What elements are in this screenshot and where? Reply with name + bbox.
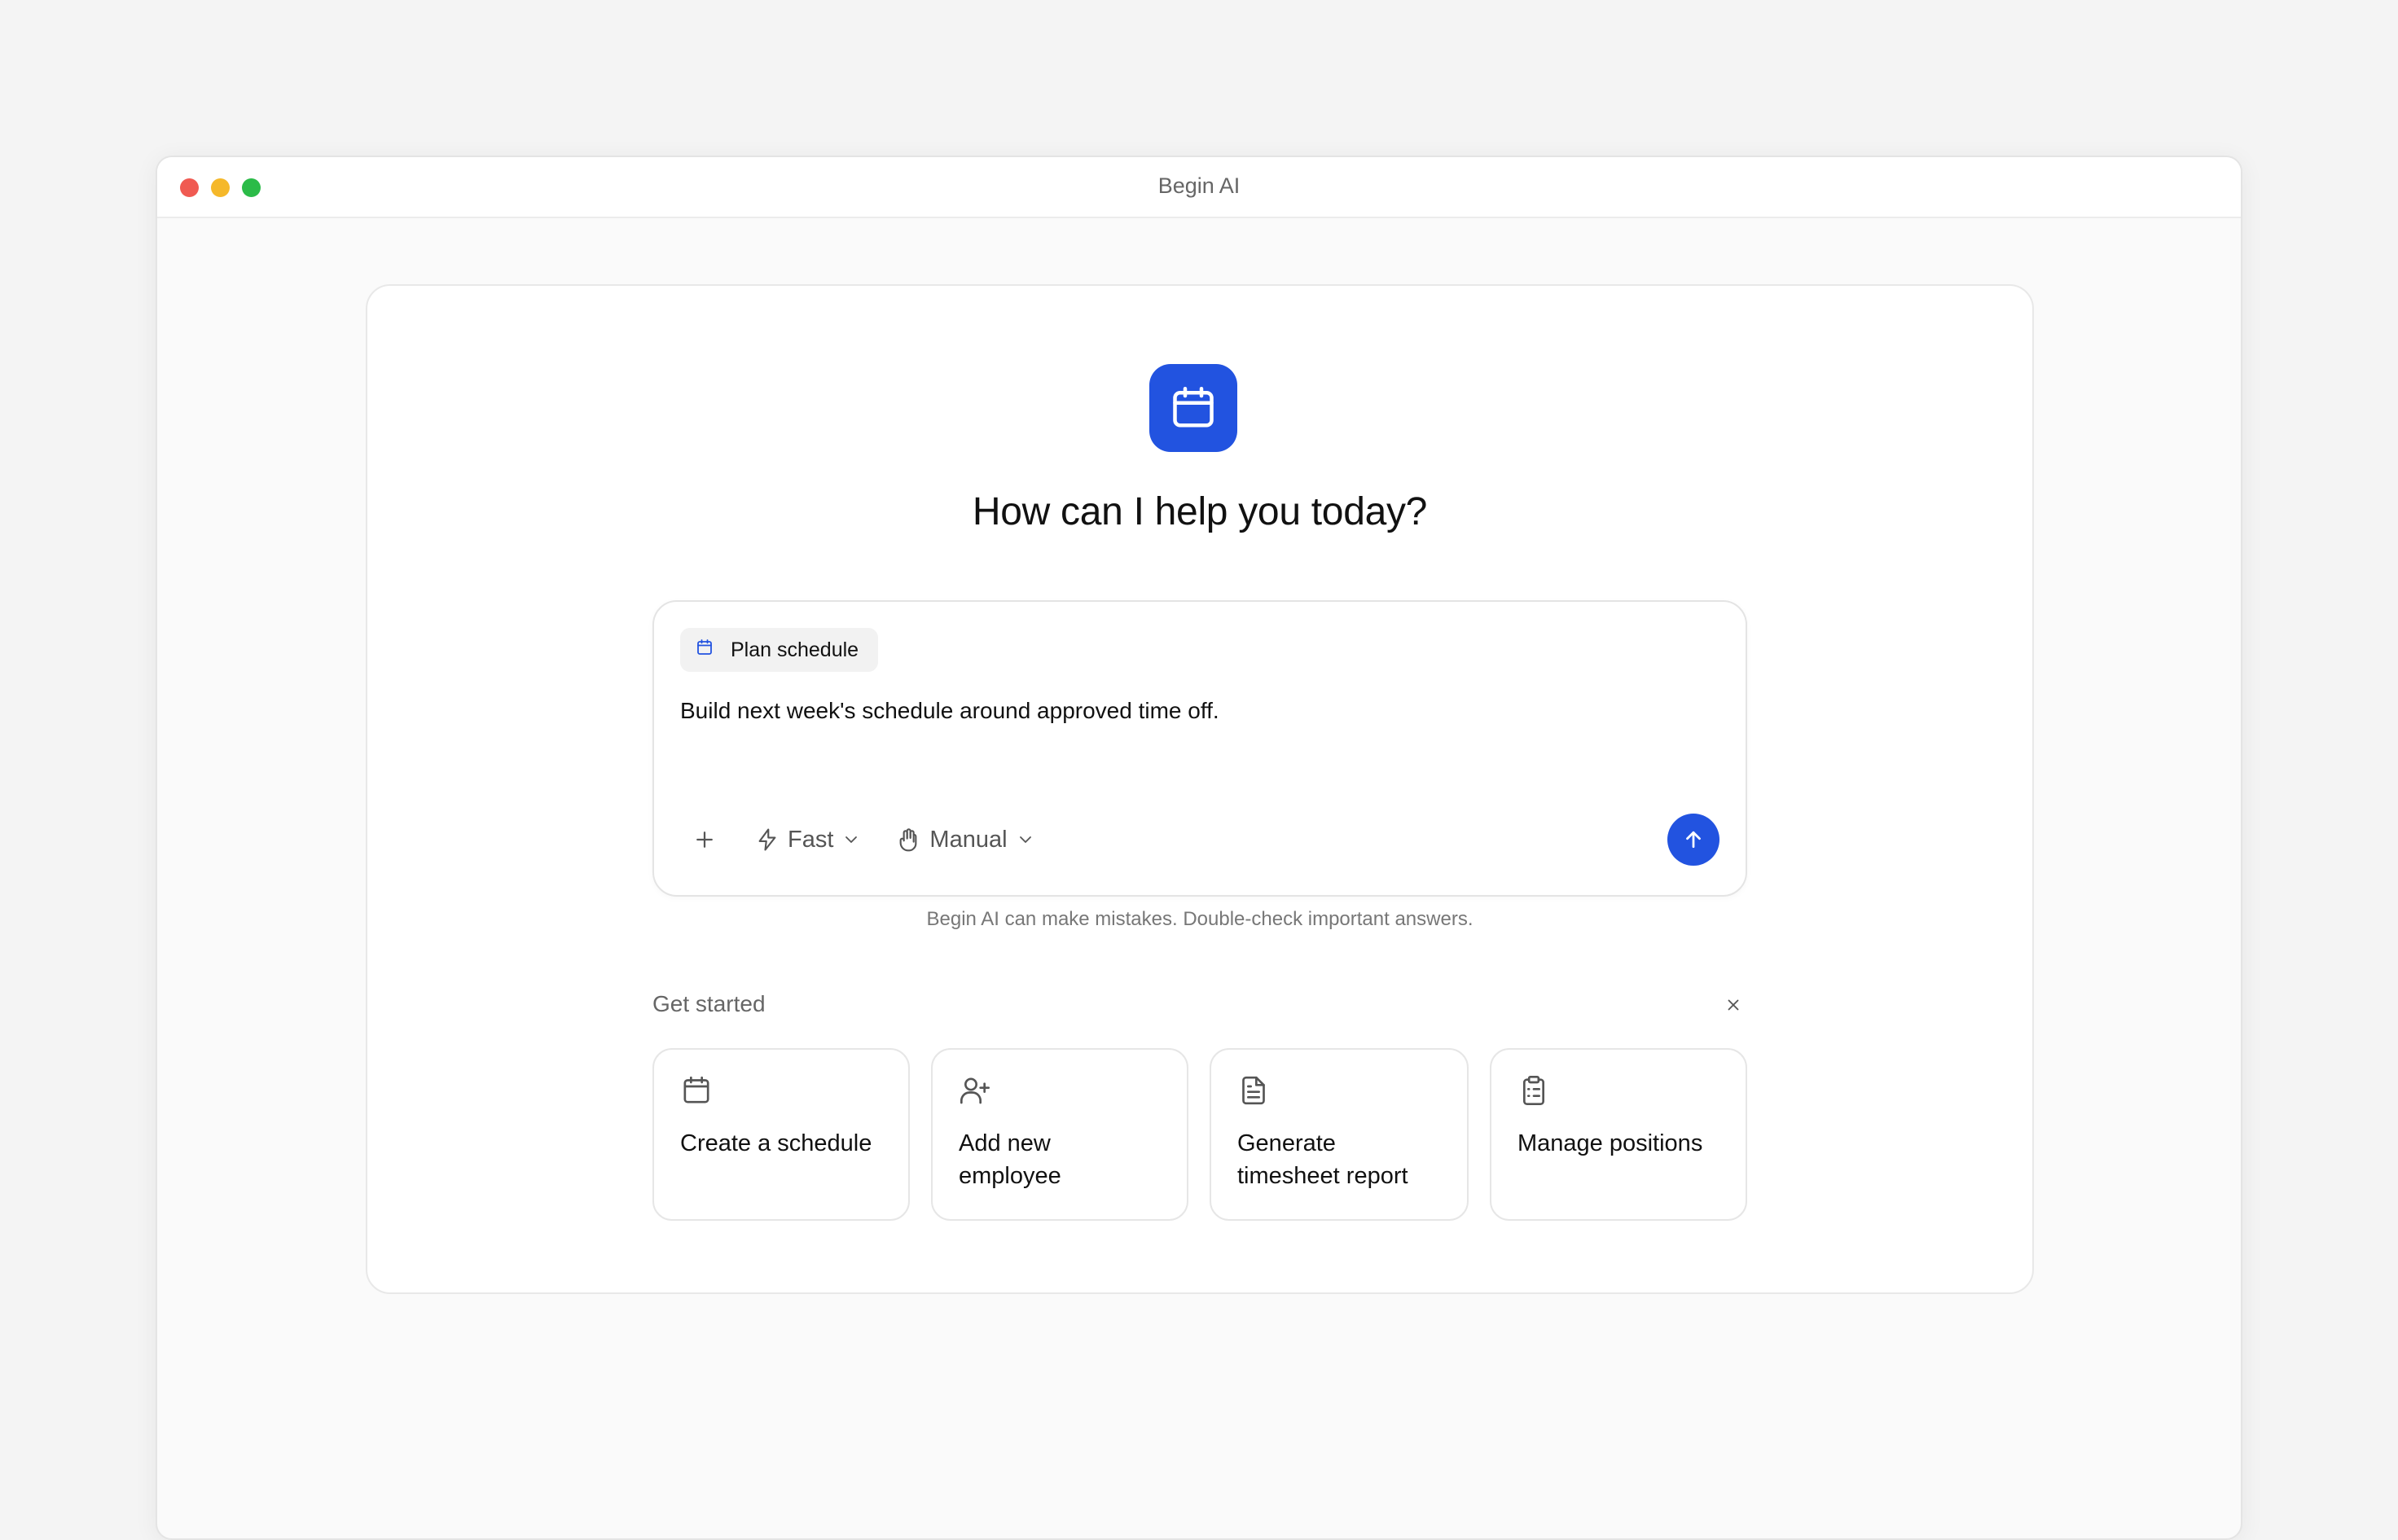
dismiss-button[interactable]: [1719, 991, 1747, 1019]
close-icon: [1728, 999, 1739, 1011]
send-button[interactable]: [1667, 814, 1719, 866]
prompt-composer[interactable]: Plan schedule Build next week's schedule…: [652, 600, 1747, 897]
prompt-input[interactable]: Build next week's schedule around approv…: [680, 698, 1219, 724]
calendar-icon: [695, 638, 714, 663]
card-label: Manage positions: [1517, 1130, 1703, 1156]
card-create-schedule[interactable]: Create a schedule: [652, 1048, 910, 1221]
mode-dropdown[interactable]: Manual: [887, 815, 1043, 864]
page-title: How can I help you today?: [972, 490, 1428, 533]
disclaimer-text: Begin AI can make mistakes. Double-check…: [926, 908, 1473, 930]
plan-schedule-chip[interactable]: Plan schedule: [680, 628, 879, 672]
card-timesheet-report[interactable]: Generate timesheet report: [1210, 1048, 1469, 1221]
card-label: Generate timesheet report: [1237, 1130, 1408, 1189]
get-started-label: Get started: [652, 991, 766, 1016]
get-started-cards: Create a schedule Add new employee Gener…: [652, 1048, 1747, 1221]
plus-icon: [696, 831, 713, 848]
chevron-down-icon: [1019, 836, 1031, 843]
composer-toolbar: Fast Manual: [680, 815, 1043, 864]
calendar-icon: [683, 1076, 709, 1103]
speed-dropdown[interactable]: Fast: [747, 815, 869, 864]
card-label: Add new employee: [959, 1130, 1061, 1189]
app-window: Begin AI How can I help you today? Plan …: [156, 156, 2242, 1540]
main-panel: How can I help you today? Plan schedule …: [366, 284, 2034, 1294]
clipboard-icon: [1523, 1076, 1544, 1105]
document-icon: [1242, 1076, 1265, 1105]
window-title: Begin AI: [1157, 173, 1241, 198]
card-add-employee[interactable]: Add new employee: [931, 1048, 1188, 1221]
chevron-down-icon: [845, 836, 858, 843]
hand-icon: [900, 828, 917, 852]
card-manage-positions[interactable]: Manage positions: [1490, 1048, 1747, 1221]
add-attachment-button[interactable]: [680, 815, 729, 864]
mode-label: Manual: [929, 826, 1008, 853]
arrow-up-icon: [1686, 831, 1701, 849]
user-plus-icon: [960, 1077, 990, 1104]
lightning-icon: [758, 828, 776, 851]
calendar-icon: [1149, 364, 1237, 452]
speed-label: Fast: [788, 826, 834, 853]
title-bar: Begin AI: [157, 157, 2241, 218]
card-label: Create a schedule: [680, 1130, 872, 1156]
chip-label: Plan schedule: [731, 638, 859, 661]
